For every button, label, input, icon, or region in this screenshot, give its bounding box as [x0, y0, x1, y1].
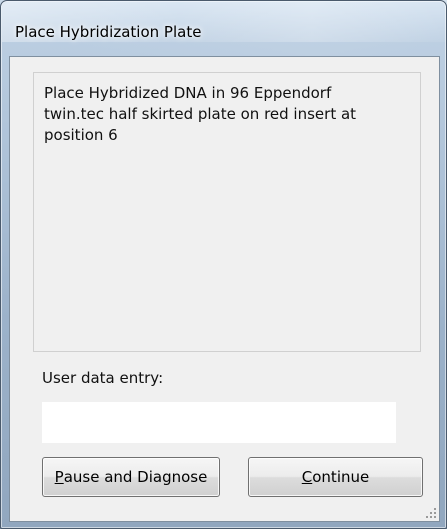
- continue-button-mnemonic: C: [301, 468, 313, 486]
- user-data-entry-label: User data entry:: [42, 369, 164, 387]
- continue-button[interactable]: Continue: [248, 457, 423, 497]
- user-data-entry-field[interactable]: [42, 402, 396, 443]
- dialog-window: Place Hybridization Plate Place Hybridiz…: [0, 0, 447, 529]
- pause-and-diagnose-button[interactable]: Pause and Diagnose: [42, 457, 220, 497]
- dialog-client-area: Place Hybridized DNA in 96 Eppendorf twi…: [9, 56, 440, 522]
- message-panel: Place Hybridized DNA in 96 Eppendorf twi…: [33, 72, 421, 352]
- pause-button-label-rest: ause and Diagnose: [63, 468, 208, 486]
- window-title: Place Hybridization Plate: [15, 23, 202, 41]
- message-text: Place Hybridized DNA in 96 Eppendorf twi…: [44, 84, 357, 144]
- continue-button-label-rest: ontinue: [312, 468, 370, 486]
- resize-grip-icon[interactable]: [424, 506, 436, 518]
- pause-button-mnemonic: P: [54, 468, 64, 486]
